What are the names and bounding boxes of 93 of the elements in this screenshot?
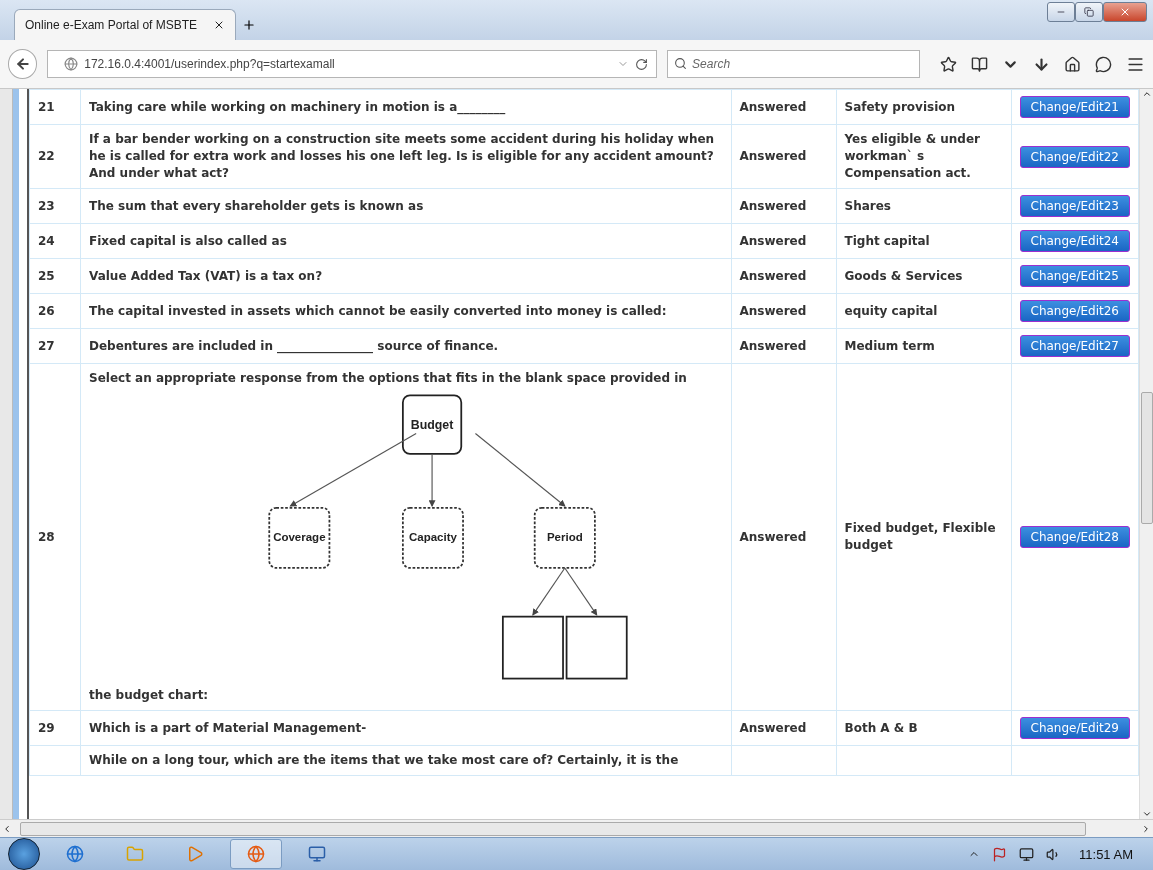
selected-answer: Tight capital <box>844 232 931 250</box>
scrollbar-thumb[interactable] <box>20 821 1086 836</box>
question-text: The capital invested in assets which cannot be easily converted into money is called: <box>89 302 668 320</box>
arrow <box>532 567 566 616</box>
dashed-diagram-node <box>402 506 464 569</box>
arrow <box>428 454 436 508</box>
change-edit-button[interactable]: Change/Edit29 <box>1019 717 1130 739</box>
selected-answer: Medium term <box>844 337 936 355</box>
change-edit-button[interactable]: Change/Edit28 <box>1019 526 1130 548</box>
reading-list-icon[interactable] <box>971 55 988 73</box>
home-icon[interactable] <box>1064 55 1081 73</box>
scroll-left-icon[interactable] <box>2 823 12 834</box>
answer-status: Answered <box>739 337 808 355</box>
question-number: 26 <box>38 303 55 318</box>
answer-status: Answered <box>739 302 808 320</box>
close-icon[interactable] <box>213 19 225 31</box>
change-edit-button[interactable]: Change/Edit27 <box>1019 335 1130 357</box>
minimize-button[interactable] <box>1047 2 1075 22</box>
node-label: Capacity <box>409 531 457 544</box>
reload-icon[interactable] <box>635 57 649 71</box>
question-text: the budget chart: <box>89 687 210 704</box>
question-text: Debentures are included in ________________ source of finance. <box>89 337 500 355</box>
question-text: Value Added Tax (VAT) is a tax on? <box>89 267 324 285</box>
change-edit-button[interactable]: Change/Edit26 <box>1019 300 1130 322</box>
back-button[interactable] <box>8 49 38 79</box>
flag-icon[interactable] <box>992 846 1008 862</box>
dashed-diagram-node <box>268 506 331 569</box>
node-label: Coverage <box>273 531 326 544</box>
clock[interactable]: 11:51 AM <box>1079 846 1133 862</box>
start-button[interactable] <box>8 838 40 870</box>
maximize-button[interactable] <box>1075 2 1103 22</box>
folder-icon <box>126 845 144 863</box>
diagram-node <box>402 394 463 455</box>
answer-status: Answered <box>739 719 808 737</box>
new-tab-icon[interactable] <box>242 18 256 32</box>
question-number: 22 <box>38 149 55 163</box>
question-number: 29 <box>38 720 55 735</box>
window-icon <box>308 845 326 863</box>
question-text: Taking care while working on machinery in motion is a________ <box>89 98 507 116</box>
search-field[interactable]: Search <box>667 50 920 78</box>
scroll-up-icon[interactable] <box>1141 89 1152 99</box>
change-edit-button[interactable]: Change/Edit21 <box>1019 96 1130 118</box>
question-number: 24 <box>38 233 55 248</box>
taskbar-app[interactable] <box>230 839 282 869</box>
scroll-right-icon[interactable] <box>1141 823 1151 834</box>
change-edit-button[interactable]: Change/Edit25 <box>1019 265 1130 287</box>
media-player-icon <box>186 845 204 863</box>
question-number: 28 <box>38 529 55 544</box>
browser-icon <box>66 845 84 863</box>
question-text: If a bar bender working on a construction site meets some accident during his holiday when he is called for extra work and losses his one left leg. Is is eligible for any accident amount? And under what act? <box>89 131 716 182</box>
chat-icon[interactable] <box>1095 55 1112 73</box>
question-text: While on a long tour, which are the items that we take most care of? Certainly, it is the <box>89 752 680 769</box>
question-text: The sum that every shareholder gets is known as <box>89 197 425 215</box>
dashed-diagram-node <box>533 506 596 569</box>
answer-status: Answered <box>739 197 808 215</box>
answer-status: Answered <box>739 267 808 285</box>
browser-tab[interactable]: Online e-Exam Portal of MSBTE <box>14 9 236 40</box>
change-edit-button[interactable]: Change/Edit23 <box>1019 195 1130 217</box>
answer-status: Answered <box>739 528 808 546</box>
question-text: Which is a part of Material Management- <box>89 719 368 737</box>
globe-icon <box>64 57 79 71</box>
node-label: Period <box>546 531 583 544</box>
selected-answer: Fixed budget, Flexible budget <box>844 520 997 554</box>
question-text: Fixed capital is also called as <box>89 232 288 250</box>
bookmark-star-icon[interactable] <box>940 55 957 73</box>
blank-diagram-node <box>501 615 564 680</box>
address-bar[interactable]: 172.16.0.4:4001/userindex.php?q=startexamall <box>47 50 658 78</box>
selected-answer: Safety provision <box>844 98 957 116</box>
change-edit-button[interactable]: Change/Edit22 <box>1019 145 1130 168</box>
selected-answer: Both A & B <box>844 719 919 737</box>
download-icon[interactable] <box>1033 55 1050 73</box>
question-number: 27 <box>38 338 55 353</box>
question-number: 25 <box>38 268 55 283</box>
scroll-down-icon[interactable] <box>1141 809 1152 819</box>
arrow <box>564 567 598 616</box>
restore-icon <box>1084 7 1094 17</box>
selected-answer: equity capital <box>844 302 939 320</box>
blank-diagram-node <box>565 615 628 680</box>
question-number: 23 <box>38 198 55 213</box>
search-icon <box>674 57 688 70</box>
scrollbar-thumb[interactable] <box>1140 392 1153 524</box>
change-edit-button[interactable]: Change/Edit24 <box>1019 230 1130 252</box>
selected-answer: Shares <box>844 197 892 215</box>
answer-status: Answered <box>739 232 808 250</box>
answer-status: Answered <box>739 98 808 116</box>
browser-icon <box>247 845 265 863</box>
answer-status: Answered <box>739 148 808 165</box>
question-text: Select an appropriate response from the options that fits in the blank space provided in <box>89 370 688 387</box>
node-label: Budget <box>410 418 454 433</box>
selected-answer: Goods & Services <box>844 267 964 285</box>
question-number: 21 <box>38 99 55 114</box>
selected-answer: Yes eligible & under workman` s Compensation act. <box>844 131 981 182</box>
close-icon <box>1119 6 1131 18</box>
